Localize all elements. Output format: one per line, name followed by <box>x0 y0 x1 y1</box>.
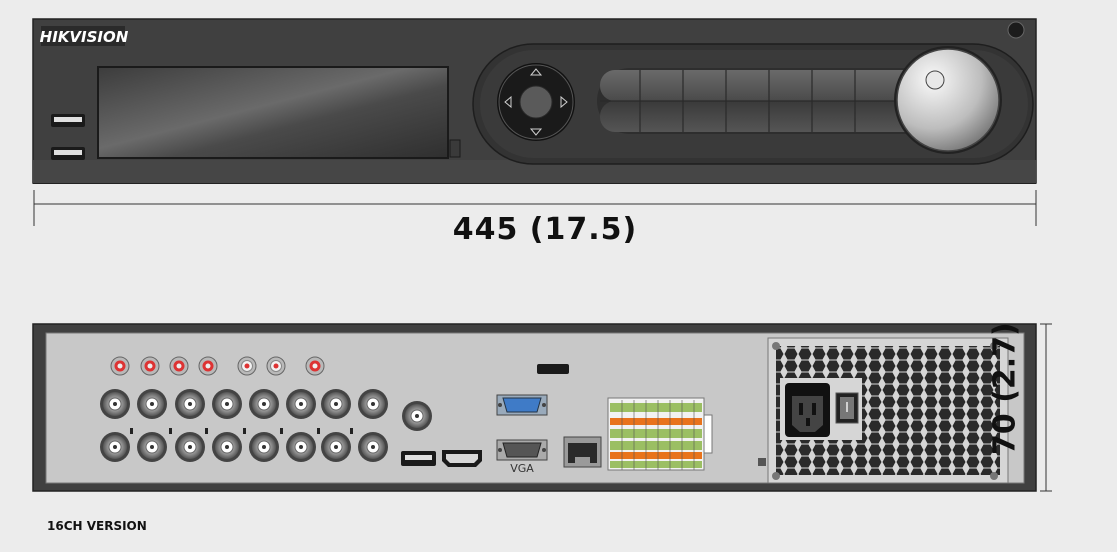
vga-port <box>496 439 548 461</box>
vga-label: VGA <box>510 462 534 475</box>
vga-port-blue <box>496 394 548 416</box>
brand-logo: HIKVISION <box>40 28 129 46</box>
hdmi-port <box>442 450 482 467</box>
power-led-icon <box>1007 21 1025 39</box>
height-dimension-line <box>1040 323 1052 492</box>
height-dimension-label: 70 (2.7) <box>987 322 1023 455</box>
alarm-terminal-block <box>607 397 713 471</box>
rear-usb-port <box>401 451 436 466</box>
enter-button[interactable] <box>519 85 553 119</box>
front-panel <box>32 18 1037 184</box>
front-button-grid[interactable] <box>597 68 937 134</box>
esata-port <box>537 364 569 374</box>
power-supply-panel <box>758 337 1009 484</box>
version-label: 16CH VERSION <box>47 519 147 533</box>
video-out-bnc <box>402 401 432 431</box>
ethernet-port <box>563 436 602 468</box>
jog-shuttle-knob[interactable] <box>894 46 1002 154</box>
navigation-pad[interactable] <box>497 63 575 141</box>
ground-icon <box>758 458 766 466</box>
dvr-drawing: VGA HIKVISION <box>32 18 1052 492</box>
display-window <box>97 66 449 159</box>
width-dimension-label: 445 (17.5) <box>452 212 638 247</box>
